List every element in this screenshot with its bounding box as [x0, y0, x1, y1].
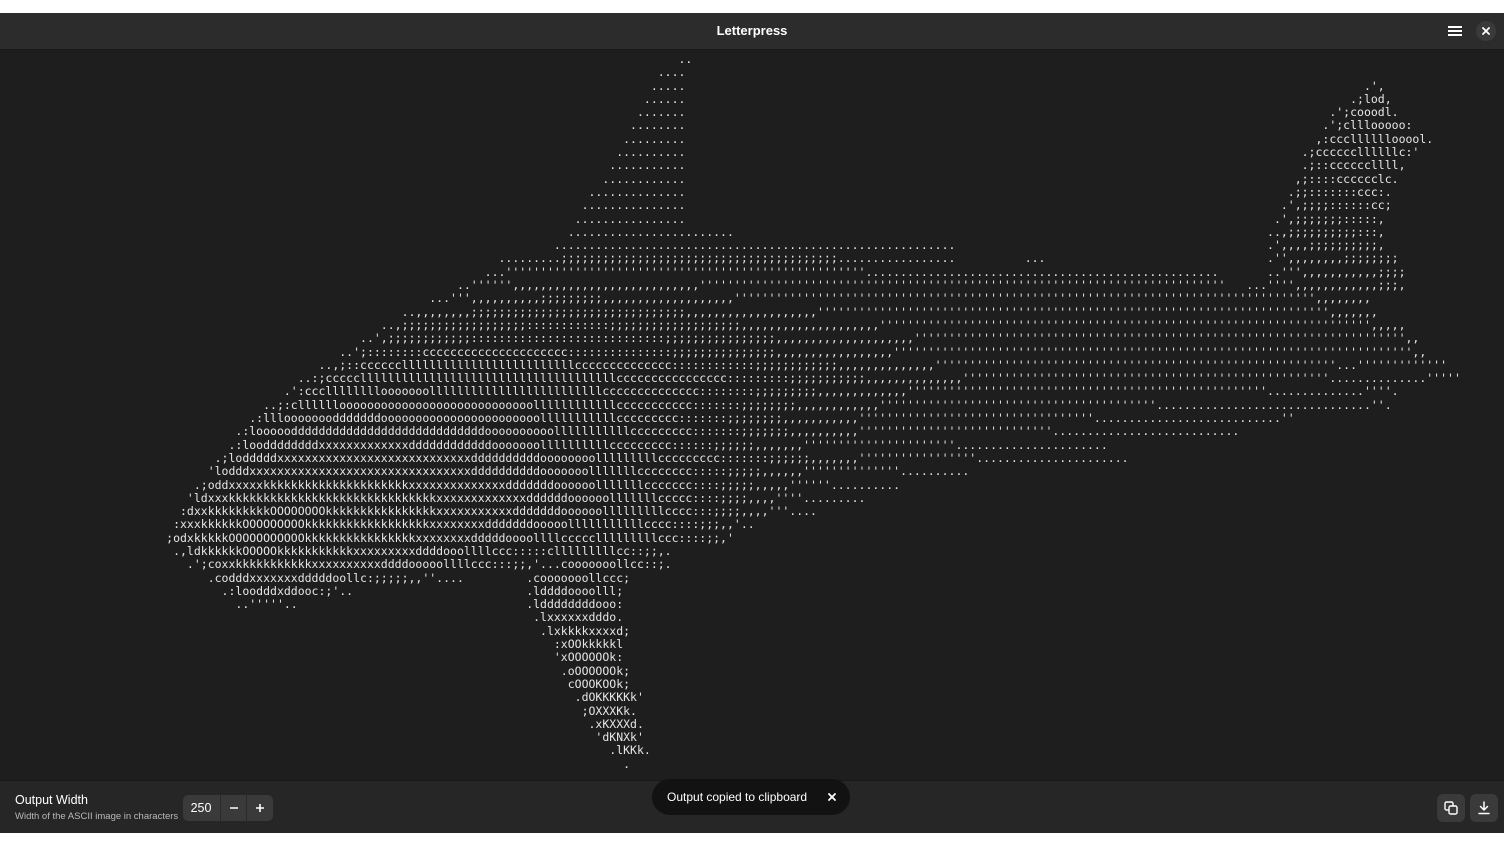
close-icon: [828, 793, 836, 801]
toast-close-button[interactable]: [824, 789, 840, 805]
save-output-button[interactable]: [1470, 794, 1498, 822]
copy-icon: [1444, 801, 1458, 815]
hamburger-menu-icon: [1448, 26, 1462, 36]
download-icon: [1478, 801, 1490, 815]
ascii-art-output: .. .... ..... .', ...... .;lod, ....... …: [166, 52, 1461, 771]
output-width-spinbutton: 250: [183, 795, 273, 821]
output-width-description: Width of the ASCII image in characters: [15, 811, 179, 822]
copy-output-button[interactable]: [1437, 794, 1465, 822]
header-bar: Letterpress: [0, 13, 1504, 50]
increment-button[interactable]: [246, 795, 273, 821]
minus-icon: [230, 807, 238, 809]
close-icon: [1482, 27, 1490, 35]
window-title: Letterpress: [716, 23, 788, 38]
plus-icon: [256, 804, 264, 812]
output-width-value[interactable]: 250: [183, 795, 219, 821]
toast-message: Output copied to clipboard: [667, 790, 808, 804]
app-window: Letterpress .. .... ..... .', ...... .;l…: [0, 13, 1504, 833]
window-close-button[interactable]: [1476, 21, 1496, 41]
main-menu-button[interactable]: [1441, 21, 1469, 41]
clipboard-toast: Output copied to clipboard: [652, 779, 850, 815]
output-width-label: Output Width: [15, 793, 88, 807]
ascii-output-view[interactable]: .. .... ..... .', ...... .;lod, ....... …: [0, 50, 1504, 780]
decrement-button[interactable]: [220, 795, 247, 821]
